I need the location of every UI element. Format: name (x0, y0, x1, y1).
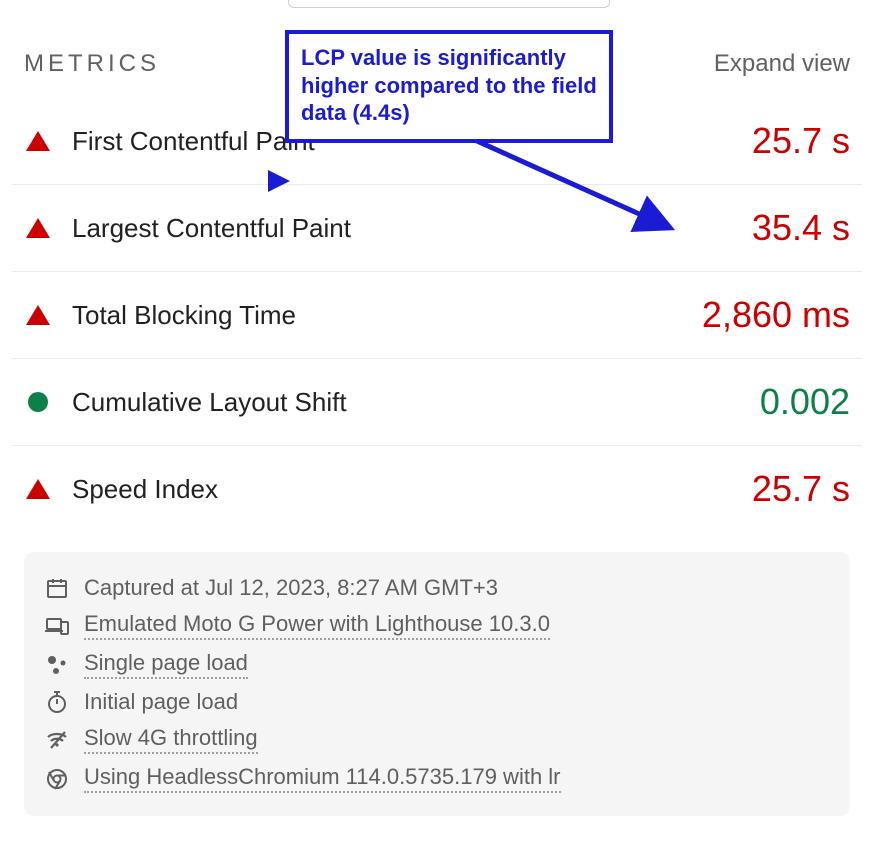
env-browser-text: Using HeadlessChromium 114.0.5735.179 wi… (84, 764, 561, 793)
metric-row-si[interactable]: Speed Index 25.7 s (12, 446, 862, 532)
chrome-icon (44, 766, 70, 792)
metric-name: Largest Contentful Paint (72, 213, 752, 244)
calendar-icon (44, 575, 70, 601)
env-emulated-text: Emulated Moto G Power with Lighthouse 10… (84, 611, 550, 640)
status-pass-icon (24, 392, 52, 412)
environment-details: Captured at Jul 12, 2023, 8:27 AM GMT+3 … (24, 552, 850, 816)
env-captured-row: Captured at Jul 12, 2023, 8:27 AM GMT+3 (44, 570, 830, 606)
metric-name: Cumulative Layout Shift (72, 387, 760, 418)
metric-row-lcp[interactable]: Largest Contentful Paint 35.4 s (12, 185, 862, 272)
annotation-callout: LCP value is significantly higher compar… (285, 30, 613, 143)
samples-icon (44, 652, 70, 678)
env-emulated-row[interactable]: Emulated Moto G Power with Lighthouse 10… (44, 606, 830, 645)
partial-input-outline (288, 0, 610, 8)
devices-icon (44, 613, 70, 639)
env-captured-text: Captured at Jul 12, 2023, 8:27 AM GMT+3 (84, 575, 498, 601)
env-browser-row[interactable]: Using HeadlessChromium 114.0.5735.179 wi… (44, 759, 830, 798)
metric-value: 2,860 ms (702, 294, 850, 336)
expand-view-link[interactable]: Expand view (714, 50, 850, 78)
annotation-text: LCP value is significantly higher compar… (301, 44, 597, 127)
env-initial-text: Initial page load (84, 689, 238, 715)
metric-value: 35.4 s (752, 207, 850, 249)
metric-name: Speed Index (72, 474, 752, 505)
annotation-pointer-icon (268, 170, 290, 192)
stopwatch-icon (44, 689, 70, 715)
metrics-list: First Contentful Paint 25.7 s Largest Co… (0, 98, 874, 532)
metric-row-tbt[interactable]: Total Blocking Time 2,860 ms (12, 272, 862, 359)
status-fail-icon (24, 479, 52, 499)
status-fail-icon (24, 218, 52, 238)
metrics-title: METRICS (24, 50, 160, 78)
env-throttling-row[interactable]: Slow 4G throttling (44, 720, 830, 759)
status-fail-icon (24, 131, 52, 151)
env-pageload-text: Single page load (84, 650, 248, 679)
env-initial-row: Initial page load (44, 684, 830, 720)
metric-value: 25.7 s (752, 120, 850, 162)
env-pageload-row[interactable]: Single page load (44, 645, 830, 684)
metric-row-cls[interactable]: Cumulative Layout Shift 0.002 (12, 359, 862, 446)
metric-value: 25.7 s (752, 468, 850, 510)
status-fail-icon (24, 305, 52, 325)
network-icon (44, 727, 70, 753)
metric-value: 0.002 (760, 381, 850, 423)
env-throttling-text: Slow 4G throttling (84, 725, 258, 754)
metric-name: Total Blocking Time (72, 300, 702, 331)
